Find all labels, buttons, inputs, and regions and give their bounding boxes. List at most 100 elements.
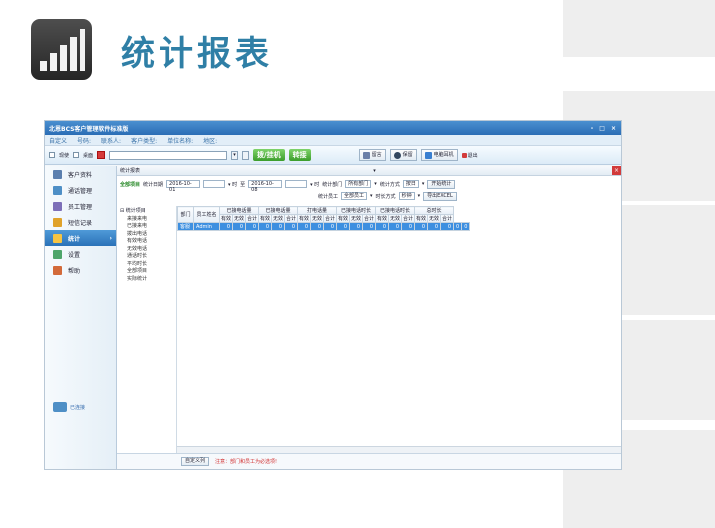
- calendar-to-icon[interactable]: ▾ 时: [310, 181, 319, 188]
- staff-dropdown-icon[interactable]: ▾: [370, 193, 373, 199]
- page-heading: 统计报表: [121, 34, 273, 74]
- tab-dropdown-icon[interactable]: ▾: [373, 168, 376, 174]
- date-to-field[interactable]: 2016-10-08: [248, 180, 283, 193]
- col-sub[interactable]: 有效: [297, 214, 311, 223]
- tab-stats-report[interactable]: 统计报表: [120, 167, 140, 174]
- table-row[interactable]: 客服 Admin 0 0 0 0 0 0 0 0 0 0 0 0 0 0 0 0 0 0 0 0: [177, 222, 471, 231]
- col-group[interactable]: 总时长: [414, 206, 454, 215]
- tree-item[interactable]: 已接来电: [120, 223, 173, 231]
- staff-select[interactable]: 全部员工: [341, 192, 368, 200]
- col-sub[interactable]: 合计: [284, 214, 298, 223]
- tree-item[interactable]: 有效电话: [120, 238, 173, 246]
- tree-item[interactable]: 拨出电话: [120, 231, 173, 239]
- date-from-field[interactable]: 2016-10-01: [166, 180, 201, 193]
- transfer-button[interactable]: 转接: [288, 149, 311, 161]
- date-to-time-field[interactable]: [285, 180, 308, 188]
- tree-item[interactable]: 来接来电: [120, 216, 173, 224]
- col-sub[interactable]: 合计: [401, 214, 415, 223]
- col-sub[interactable]: 有效: [336, 214, 350, 223]
- sidebar-item-staff[interactable]: 员工管理: [45, 198, 116, 214]
- sidebar-item-label: 统计: [68, 235, 81, 243]
- sidebar-item-help[interactable]: 帮助: [45, 262, 116, 278]
- col-sub[interactable]: 无效: [271, 214, 285, 223]
- method-dropdown-icon[interactable]: ▾: [422, 181, 425, 187]
- col-group[interactable]: 已接电话时长: [336, 206, 376, 215]
- col-sub[interactable]: 有效: [414, 214, 428, 223]
- method-select[interactable]: 按日: [402, 180, 419, 188]
- dial-number-input[interactable]: [109, 150, 228, 160]
- sidebar-item-phone[interactable]: 通话管理: [45, 182, 116, 198]
- col-sub[interactable]: 无效: [349, 214, 363, 223]
- calendar-from-icon[interactable]: ▾ 时: [228, 181, 237, 188]
- required-warning: 注意：部门和员工为必选项!: [215, 459, 278, 465]
- method-label: 统计方式: [379, 181, 400, 188]
- panel-close-button[interactable]: ×: [612, 166, 621, 175]
- tree-root[interactable]: ⊟ 统计项目: [120, 208, 173, 216]
- col-group[interactable]: 已接电话量: [258, 206, 298, 215]
- start-stats-button[interactable]: 开始统计: [427, 179, 456, 189]
- cell-value: 0: [362, 222, 376, 231]
- connection-icon: [53, 402, 67, 412]
- col-dept[interactable]: 部门: [177, 206, 194, 223]
- minimize-button[interactable]: -: [591, 125, 594, 132]
- info-customer-type: 客户类型:: [131, 137, 158, 145]
- phone-icon: [53, 185, 62, 195]
- col-sub[interactable]: 合计: [440, 214, 454, 223]
- exit-button[interactable]: 退出: [461, 152, 478, 159]
- col-sub[interactable]: 有效: [375, 214, 389, 223]
- hold-button[interactable]: 保留: [389, 149, 417, 161]
- col-sub[interactable]: 有效: [219, 214, 233, 223]
- duration-dropdown-icon[interactable]: ▾: [418, 193, 421, 199]
- export-excel-button[interactable]: 导出EXCEL: [423, 191, 457, 201]
- col-sub[interactable]: 无效: [232, 214, 246, 223]
- tree-item[interactable]: 平均时长: [120, 261, 173, 269]
- pc-headset-button[interactable]: 电脑耳机: [420, 149, 458, 161]
- sidebar-item-contacts[interactable]: 客户资料: [45, 166, 116, 182]
- phone-book-icon[interactable]: [97, 151, 106, 159]
- dept-dropdown-icon[interactable]: ▾: [374, 181, 377, 187]
- cell-dept: 客服: [177, 222, 194, 231]
- sidebar-item-label: 通话管理: [68, 187, 93, 195]
- sidebar-item-label: 客户资料: [68, 171, 93, 179]
- tree-item[interactable]: 通话时长: [120, 253, 173, 261]
- tree-item[interactable]: 实际统计: [120, 276, 173, 284]
- col-sub[interactable]: 合计: [362, 214, 376, 223]
- cell-staff-name: Admin: [193, 222, 220, 231]
- stats-logo-icon: [31, 19, 92, 80]
- tree-item[interactable]: 全部项目: [120, 268, 173, 276]
- custom-columns-button[interactable]: 自定义列: [181, 457, 210, 466]
- date-from-time-field[interactable]: [203, 180, 226, 188]
- col-sub[interactable]: 无效: [427, 214, 441, 223]
- sidebar-item-sms[interactable]: 短信记录: [45, 214, 116, 230]
- dial-extra-button[interactable]: [242, 150, 250, 160]
- dial-hangup-button[interactable]: 拨/挂机: [253, 149, 285, 161]
- col-sub[interactable]: 合计: [245, 214, 259, 223]
- staff-icon: [53, 201, 62, 211]
- all-items-link[interactable]: 全部项目: [120, 181, 140, 188]
- info-company: 单位名称:: [167, 137, 194, 145]
- col-group[interactable]: 已接电话时长: [375, 206, 415, 215]
- cell-value: 0: [414, 222, 428, 231]
- sidebar-item-settings[interactable]: 设置: [45, 246, 116, 262]
- duration-select[interactable]: 秒钟: [398, 192, 415, 200]
- tree-item[interactable]: 无效电话: [120, 246, 173, 254]
- col-group[interactable]: 已接电话量: [219, 206, 259, 215]
- sidebar-item-stats[interactable]: 统计 ›: [45, 230, 116, 246]
- info-custom[interactable]: 自定义: [49, 136, 67, 145]
- settings-icon: [53, 249, 62, 259]
- dept-select[interactable]: 所有部门: [345, 180, 372, 188]
- col-group[interactable]: 打电话量: [297, 206, 337, 215]
- maximize-button[interactable]: □: [599, 125, 605, 132]
- col-sub[interactable]: 合计: [323, 214, 337, 223]
- computer-icon: [424, 151, 432, 159]
- desktop-checkbox[interactable]: [73, 152, 80, 158]
- dial-dropdown-button[interactable]: ▾: [231, 150, 239, 160]
- col-sub[interactable]: 无效: [388, 214, 402, 223]
- col-sub[interactable]: 无效: [310, 214, 324, 223]
- close-button[interactable]: ×: [611, 125, 616, 132]
- horizontal-scrollbar[interactable]: [177, 446, 621, 453]
- col-sub[interactable]: 有效: [258, 214, 272, 223]
- message-button[interactable]: 留言: [358, 149, 386, 161]
- col-staff-name[interactable]: 员工姓名: [193, 206, 220, 223]
- show-checkbox[interactable]: [49, 152, 55, 158]
